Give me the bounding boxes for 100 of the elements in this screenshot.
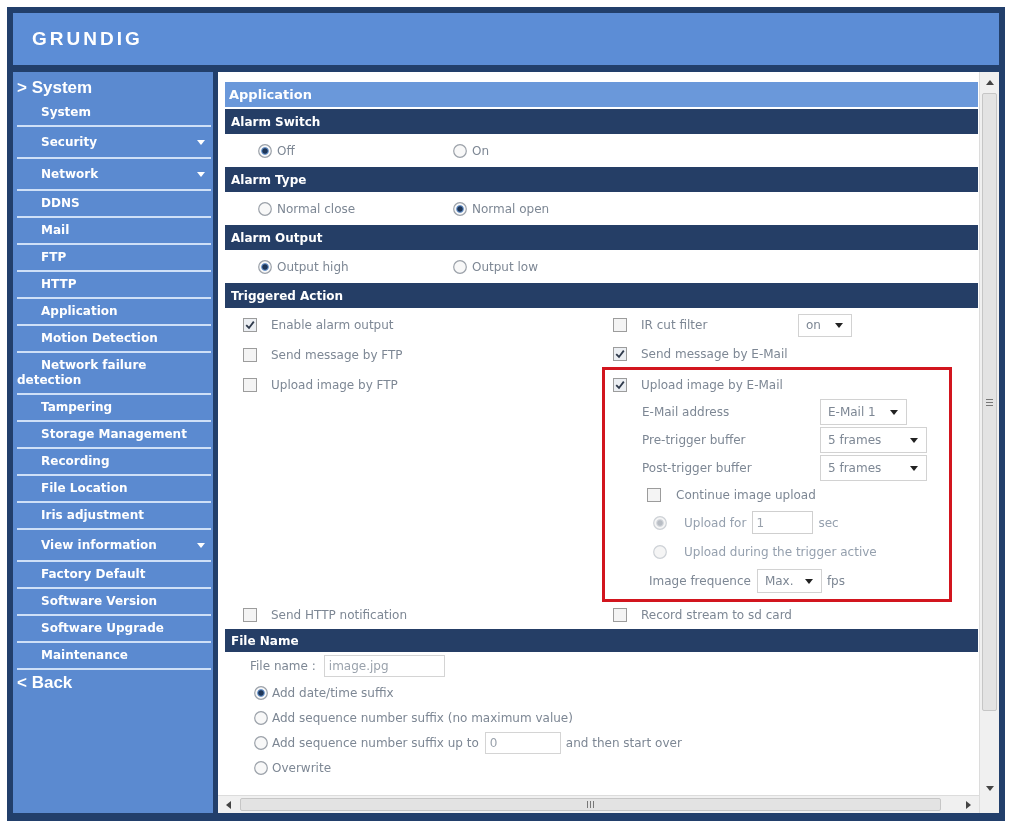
sidebar-item[interactable]: Network (17, 159, 211, 191)
checkbox[interactable] (243, 318, 257, 332)
sidebar-item[interactable]: FTP (17, 245, 211, 272)
section-header: File Name (225, 629, 978, 652)
setting-label: E-Mail address (642, 404, 731, 421)
sidebar-item[interactable]: View information (17, 530, 211, 562)
caret-icon (197, 171, 205, 177)
option-label: Output high (277, 258, 349, 276)
sidebar-item[interactable]: File Location (17, 476, 211, 503)
caret-icon (804, 578, 813, 584)
scroll-down-arrow-icon[interactable] (985, 786, 994, 791)
setting-label: Pre-trigger buffer (642, 432, 747, 449)
scrollbar-thumb[interactable] (240, 798, 941, 811)
sidebar-item[interactable]: Software Upgrade (17, 616, 211, 643)
checkbox[interactable] (243, 608, 257, 622)
scroll-right-arrow-icon[interactable] (966, 800, 971, 809)
checkbox-label: IR cut filter (641, 317, 709, 334)
dropdown[interactable]: 5 frames (820, 455, 927, 481)
sidebar-item[interactable]: Maintenance (17, 643, 211, 670)
radio-button[interactable] (453, 143, 467, 158)
back-link[interactable]: < Back (17, 670, 73, 696)
section-header: Triggered Action (225, 283, 978, 308)
scroll-left-arrow-icon[interactable] (226, 800, 231, 809)
radio-button[interactable] (254, 735, 268, 750)
section-header: Alarm Switch (225, 109, 978, 134)
dropdown[interactable]: 5 frames (820, 427, 927, 453)
dropdown[interactable]: E-Mail 1 (820, 399, 907, 425)
scrollbar-thumb[interactable] (982, 93, 997, 711)
caret-icon (835, 322, 843, 328)
checkbox-label: Record stream to sd card (641, 607, 792, 624)
caret-icon (910, 437, 918, 443)
page-title-bar: Application (225, 82, 978, 107)
brand-logo: GRUNDIG (32, 26, 143, 51)
checkbox-label: Send message by E-Mail (641, 345, 788, 363)
sidebar-item[interactable]: Storage Management (17, 422, 211, 449)
vertical-scrollbar[interactable] (979, 72, 999, 813)
caret-icon (197, 139, 205, 145)
file-name-field[interactable]: image.jpg (323, 655, 445, 677)
checkbox-label: Continue image upload (676, 487, 816, 504)
section-header: Alarm Type (225, 167, 978, 192)
checkbox-label: Upload image by FTP (271, 377, 398, 394)
option-label: Add date/time suffix (272, 684, 394, 702)
grip-icon (986, 398, 993, 406)
caret-icon (197, 542, 205, 548)
checkbox[interactable] (243, 378, 257, 392)
field-label: File name : (250, 658, 316, 675)
sidebar-item[interactable]: Network failure detection (17, 353, 211, 395)
checkbox[interactable] (613, 346, 627, 361)
radio-button[interactable] (453, 201, 467, 216)
sidebar-item[interactable]: HTTP (17, 272, 211, 299)
limit-field[interactable]: 0 (484, 731, 561, 754)
checkbox-label: Enable alarm output (271, 317, 394, 334)
option-label: and then start over (565, 734, 682, 752)
option-label: Normal open (472, 200, 550, 218)
checkbox-label: Send message by FTP (271, 347, 403, 364)
radio-button[interactable] (254, 685, 268, 700)
sidebar-title: > System (17, 77, 94, 99)
grip-icon (587, 801, 594, 808)
scroll-up-arrow-icon[interactable] (985, 80, 994, 85)
sidebar-item[interactable]: Factory Default (17, 562, 211, 589)
radio-button[interactable] (453, 259, 467, 274)
option-label: Upload for (684, 514, 747, 532)
sidebar-item[interactable]: System (17, 100, 211, 127)
section-header: Alarm Output (225, 225, 978, 250)
dropdown[interactable]: on (798, 313, 852, 337)
option-label: Add sequence number suffix up to (272, 734, 479, 752)
checkbox[interactable] (613, 318, 627, 332)
checkbox[interactable] (613, 378, 627, 392)
sidebar-item[interactable]: Security (17, 127, 211, 159)
checkbox[interactable] (647, 488, 661, 502)
caret-icon (890, 409, 898, 415)
sidebar-item[interactable]: Iris adjustment (17, 503, 211, 530)
option-label: Overwrite (272, 759, 332, 777)
radio-button[interactable] (258, 259, 272, 274)
option-label: Normal close (277, 200, 356, 218)
sidebar-item[interactable]: Recording (17, 449, 211, 476)
option-label: Upload during the trigger active (684, 543, 877, 561)
horizontal-scrollbar[interactable] (218, 795, 979, 813)
sidebar-item[interactable]: Application (17, 299, 211, 326)
radio-button[interactable] (254, 760, 268, 775)
sidebar-item[interactable]: DDNS (17, 191, 211, 218)
sidebar-item[interactable]: Motion Detection (17, 326, 211, 353)
unit-label: fps (826, 573, 845, 590)
unit-label: sec (818, 514, 839, 532)
checkbox[interactable] (243, 348, 257, 362)
option-label: On (472, 142, 490, 160)
option-label: Add sequence number suffix (no maximum value) (272, 709, 573, 727)
checkbox-label: Upload image by E-Mail (641, 377, 783, 394)
dropdown[interactable]: Max. (756, 569, 822, 593)
sidebar-item[interactable]: Software Version (17, 589, 211, 616)
option-label: Output low (472, 258, 538, 276)
checkbox[interactable] (613, 608, 627, 622)
radio-button[interactable] (254, 710, 268, 725)
sidebar-item[interactable]: Mail (17, 218, 211, 245)
radio-button[interactable] (258, 143, 272, 158)
option-label: Off (277, 142, 295, 160)
caret-icon (910, 465, 918, 471)
radio-button[interactable] (258, 201, 272, 216)
checkbox-label: Send HTTP notification (271, 607, 408, 624)
sidebar-item[interactable]: Tampering (17, 395, 211, 422)
